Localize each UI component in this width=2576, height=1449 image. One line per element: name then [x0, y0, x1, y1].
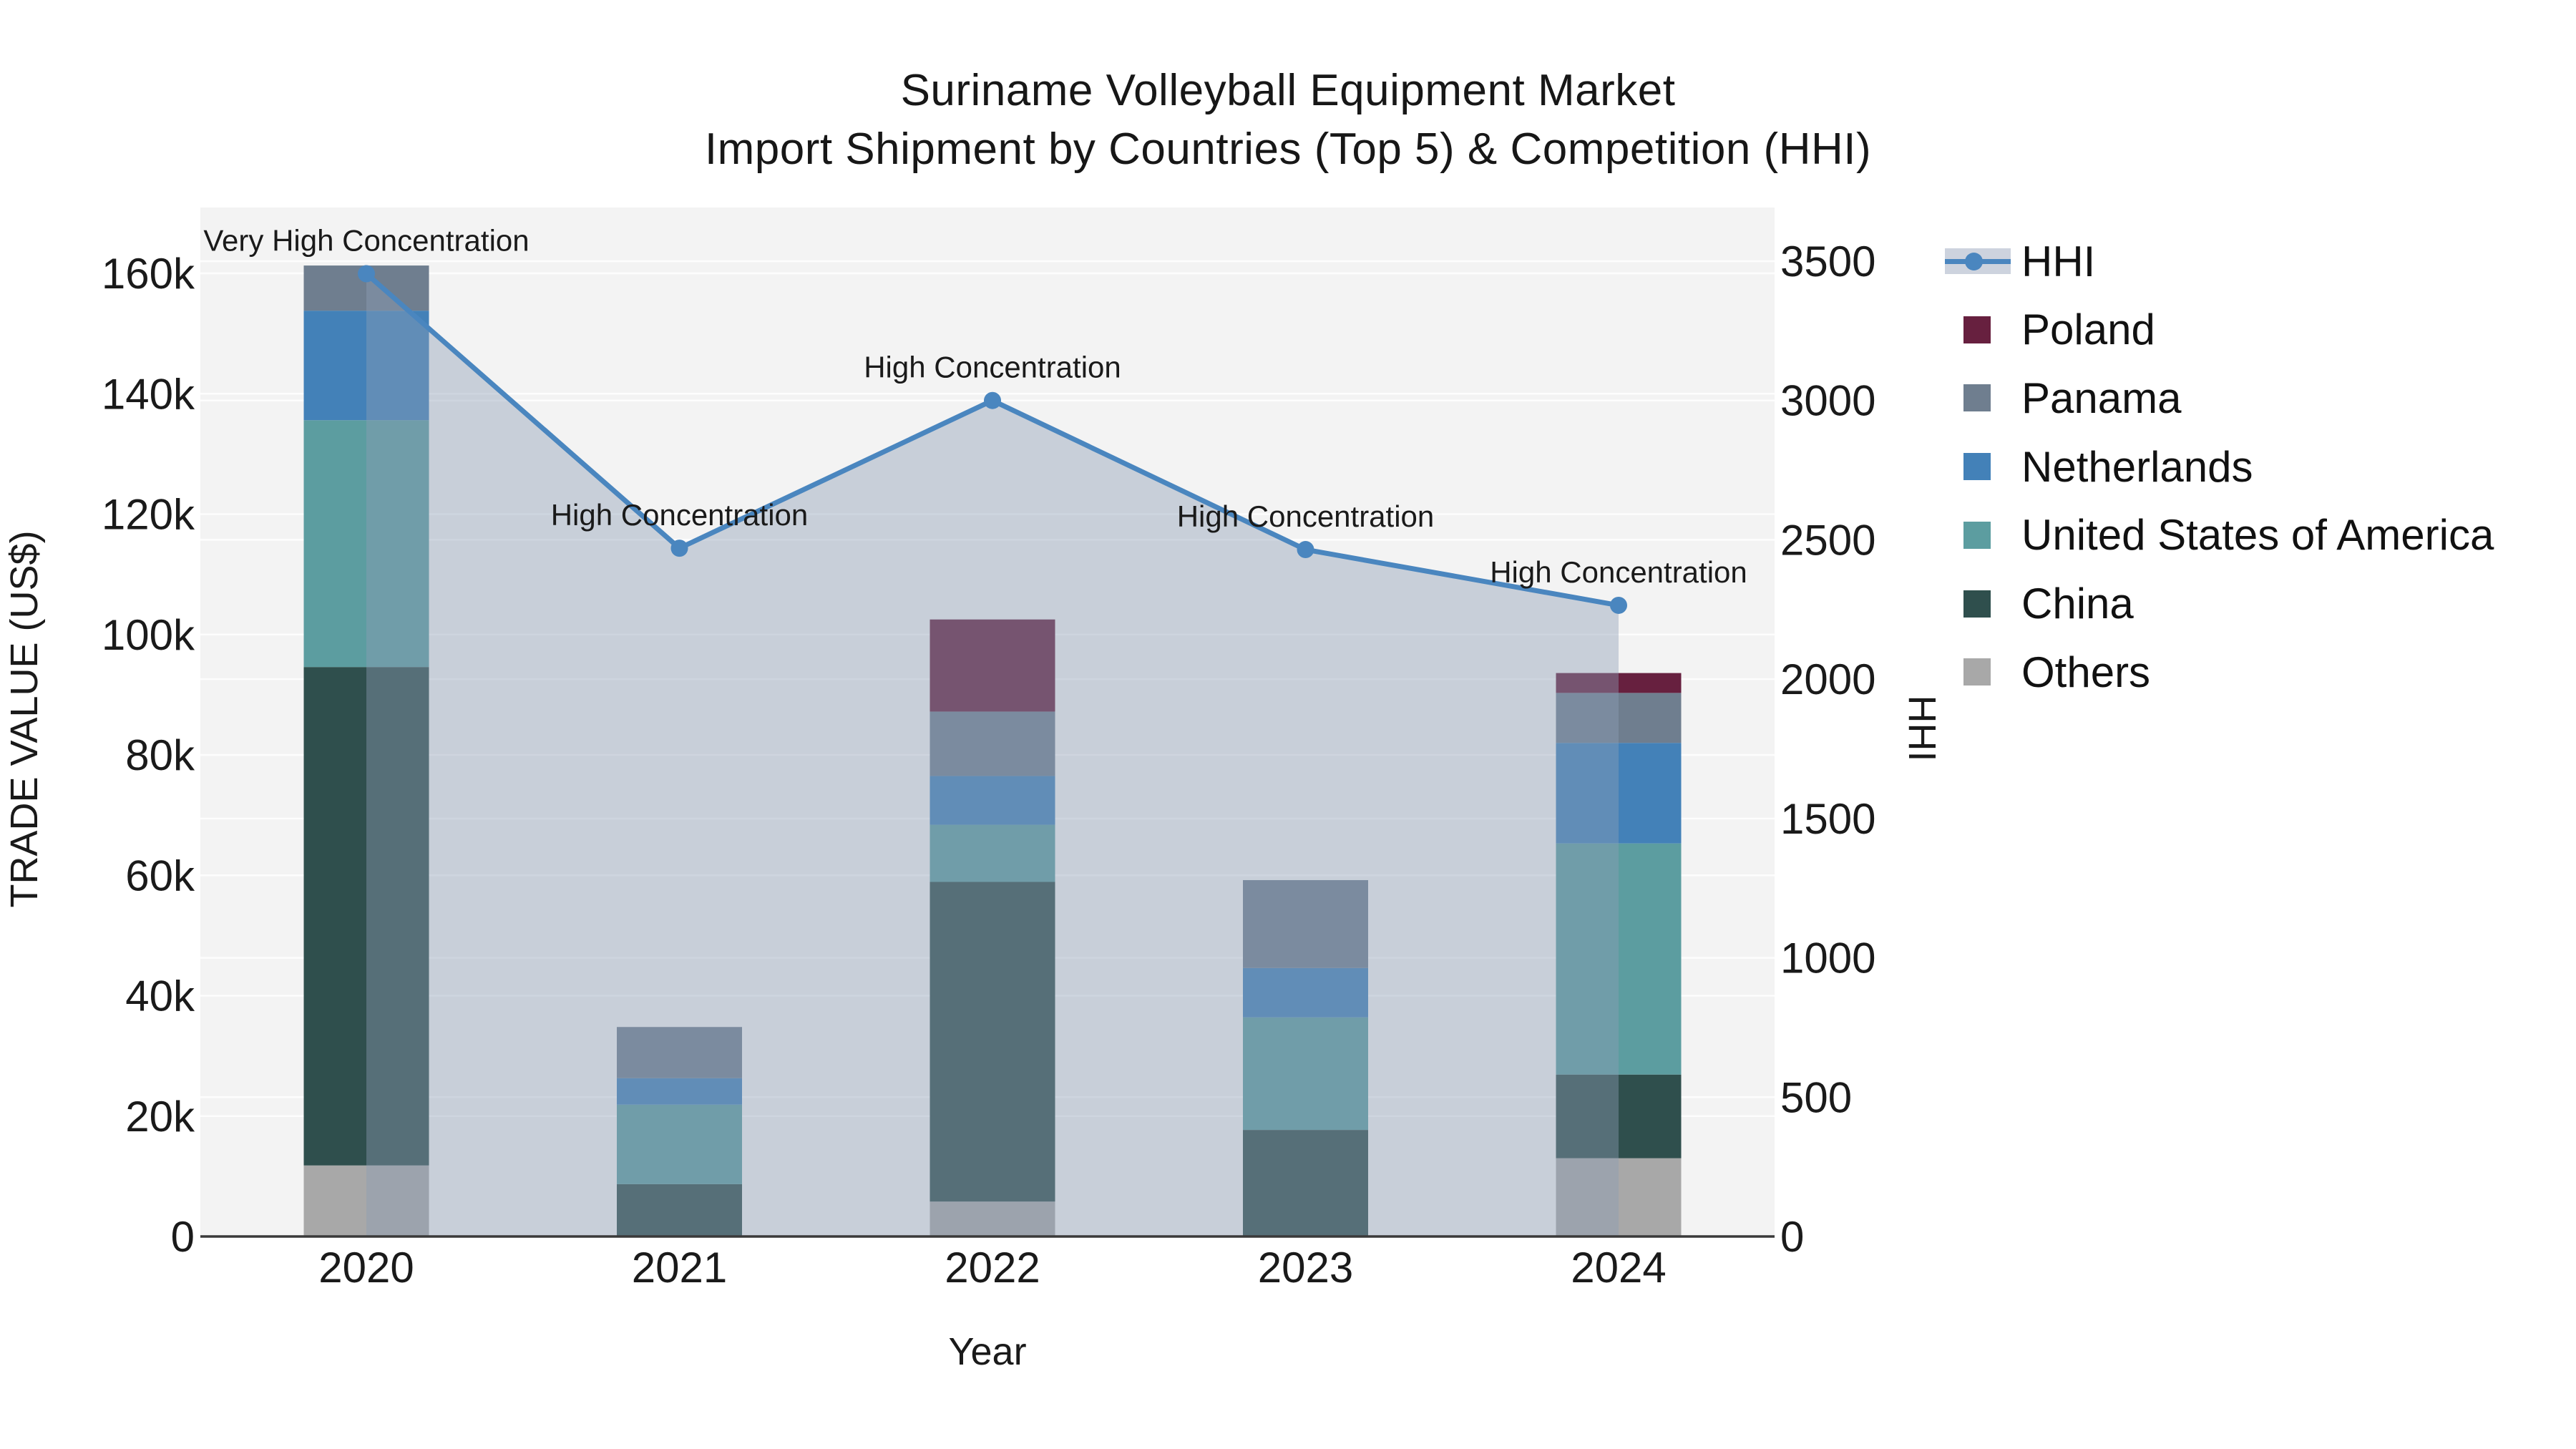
- legend-item-poland: Poland: [1945, 306, 2155, 354]
- left-tick-140k: 140k: [102, 370, 195, 418]
- x-axis-label: Year: [948, 1330, 1026, 1373]
- legend-color-swatch-poland: [1963, 316, 1991, 343]
- x-tick-2023: 2023: [1258, 1244, 1353, 1292]
- legend-item-label: Others: [2021, 648, 2151, 696]
- left-tick-40k: 40k: [125, 972, 195, 1020]
- legend-swatch-box: [1945, 513, 2011, 557]
- legend-color-swatch-others: [1963, 658, 1991, 686]
- hhi-marker-2023: [1297, 541, 1314, 559]
- left-tick-160k: 160k: [102, 250, 195, 298]
- legend-item-china: China: [1945, 580, 2134, 628]
- right-tick-2500: 2500: [1780, 516, 1875, 564]
- x-tick-2024: 2024: [1571, 1244, 1666, 1292]
- legend-swatch-box: [1945, 582, 2011, 626]
- legend-swatch-box: [1945, 308, 2011, 352]
- legend-item-united-states-of-america: United States of America: [1945, 511, 2494, 560]
- x-tick-labels: 2020 2021 2022 2023 2024: [318, 1244, 1666, 1292]
- legend-item-others: Others: [1945, 648, 2151, 696]
- left-tick-120k: 120k: [102, 491, 195, 539]
- legend-color-swatch-panama: [1963, 384, 1991, 412]
- annotation-2023: High Concentration: [1177, 499, 1435, 533]
- legend-item-label: United States of America: [2021, 511, 2494, 560]
- x-tick-2022: 2022: [945, 1244, 1040, 1292]
- legend-item-panama: Panama: [1945, 374, 2182, 422]
- figure: Suriname Volleyball Equipment Market Imp…: [0, 0, 2576, 1449]
- legend-item-label: HHI: [2021, 237, 2096, 286]
- legend-swatch-box: [1945, 444, 2011, 489]
- right-tick-labels: 0 500 1000 1500 2000 2500 3000 3500: [1780, 238, 1875, 1261]
- legend-item-label: Panama: [2021, 374, 2182, 422]
- right-tick-500: 500: [1780, 1073, 1852, 1121]
- left-tick-100k: 100k: [102, 611, 195, 659]
- hhi-marker-2024: [1610, 596, 1627, 614]
- left-tick-80k: 80k: [125, 731, 195, 779]
- legend-item-hhi: HHI: [1945, 237, 2096, 286]
- legend-swatch-box: [1945, 376, 2011, 420]
- left-tick-0: 0: [171, 1213, 195, 1261]
- annotation-2021: High Concentration: [551, 498, 809, 532]
- legend-color-swatch-usa: [1963, 521, 1991, 549]
- legend-item-label: Netherlands: [2021, 442, 2253, 491]
- legend-color-swatch-china: [1963, 590, 1991, 618]
- hhi-marker-2022: [984, 391, 1001, 409]
- right-tick-2000: 2000: [1780, 655, 1875, 703]
- right-tick-0: 0: [1780, 1213, 1804, 1261]
- x-tick-2020: 2020: [318, 1244, 414, 1292]
- right-tick-1500: 1500: [1780, 795, 1875, 843]
- legend-item-label: China: [2021, 580, 2134, 628]
- x-tick-2021: 2021: [632, 1244, 727, 1292]
- annotation-2024: High Concentration: [1490, 555, 1747, 589]
- legend-hhi-marker-icon: [1965, 253, 1983, 270]
- left-tick-60k: 60k: [125, 852, 195, 899]
- legend-item-label: Poland: [2021, 306, 2155, 354]
- legend-item-netherlands: Netherlands: [1945, 442, 2253, 491]
- hhi-marker-2020: [358, 265, 375, 283]
- legend-swatch-box: [1945, 239, 2011, 283]
- right-axis-label: HHI: [1901, 696, 1943, 762]
- left-axis-label: TRADE VALUE (US$): [3, 530, 46, 907]
- chart-canvas: Very High Concentration High Concentratio…: [3, 208, 1943, 1373]
- left-tick-labels: 0 20k 40k 60k 80k 100k 120k 140k 160k: [102, 250, 195, 1261]
- left-tick-20k: 20k: [125, 1093, 195, 1141]
- annotation-2020: Very High Concentration: [203, 224, 529, 258]
- right-tick-1000: 1000: [1780, 935, 1875, 982]
- legend-color-swatch-netherlands: [1963, 453, 1991, 481]
- annotation-2022: High Concentration: [864, 351, 1121, 384]
- right-tick-3000: 3000: [1780, 377, 1875, 425]
- hhi-marker-2021: [670, 540, 688, 557]
- legend-swatch-box: [1945, 650, 2011, 694]
- right-tick-3500: 3500: [1780, 238, 1875, 286]
